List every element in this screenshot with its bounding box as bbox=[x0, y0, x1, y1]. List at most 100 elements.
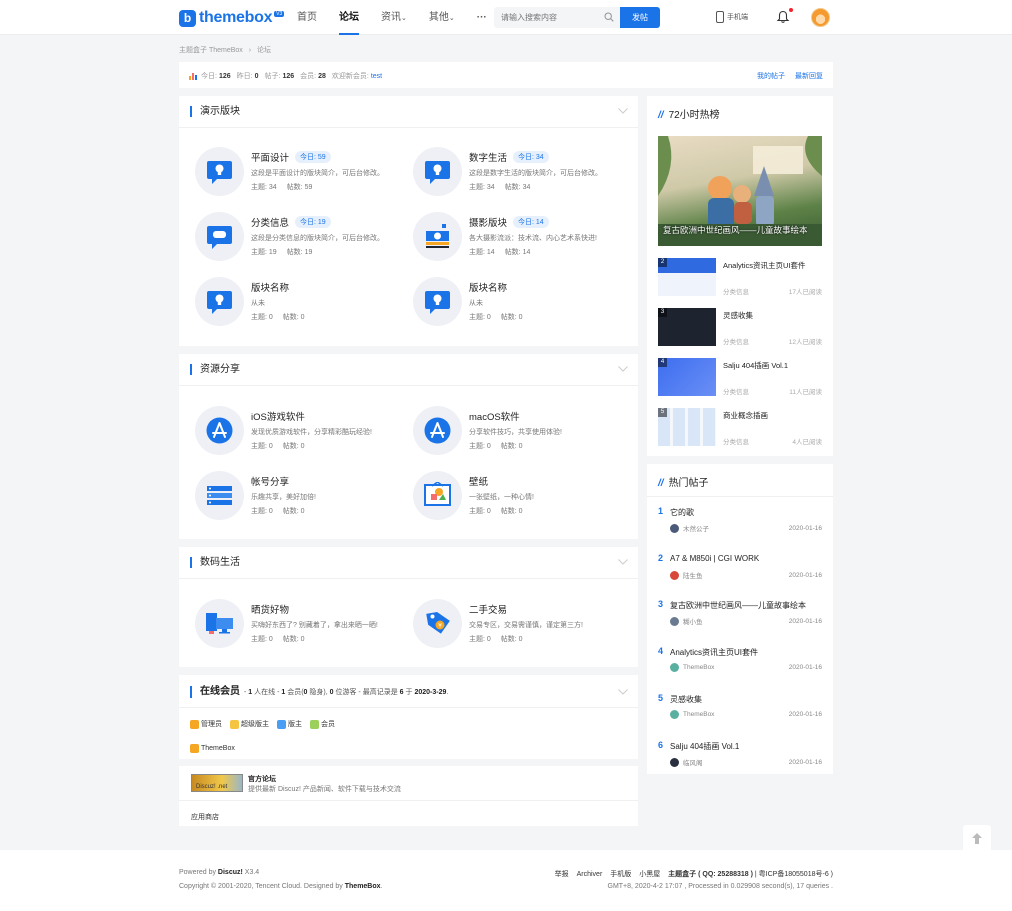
hot72-item[interactable]: 5 商业概念插画 分类信息 4人已阅读 bbox=[658, 408, 822, 453]
powered-name[interactable]: Discuz! bbox=[218, 869, 243, 876]
today-badge: 今日: 34 bbox=[513, 151, 549, 163]
hero-caption[interactable]: 复古欧洲中世纪画风——儿童故事绘本 bbox=[663, 224, 808, 236]
post-date: 2020-01-16 bbox=[788, 617, 822, 625]
online-text: . bbox=[446, 689, 449, 696]
author-avatar[interactable] bbox=[670, 523, 679, 533]
hot-post-item[interactable]: 1 它的歌 木然公子 2020-01-16 bbox=[658, 506, 822, 546]
forum-item[interactable]: 晒货好物 买嗨好东西了? 别藏着了，拿出来晒一晒! 主题: 0 帖数: 0 bbox=[195, 599, 405, 651]
post-author[interactable]: 陆生鱼 bbox=[683, 570, 703, 580]
post-title[interactable]: 灵感收集 bbox=[670, 694, 702, 705]
forum-item[interactable]: ¥ 二手交易 交易专区，交易需谨慎，谨定第三方! 主题: 0 帖数: 0 bbox=[413, 599, 623, 651]
post-title[interactable]: Analytics资讯主页UI套件 bbox=[670, 647, 758, 658]
hot72-item[interactable]: 2 Analytics资讯主页UI套件 分类信息 17人已阅读 bbox=[658, 258, 822, 303]
search-icon[interactable] bbox=[604, 12, 614, 22]
forum-name[interactable]: iOS游戏软件 bbox=[251, 409, 305, 423]
item-title[interactable]: Analytics资讯主页UI套件 bbox=[723, 260, 806, 271]
post-author[interactable]: 临风阁 bbox=[683, 757, 703, 767]
forum-item[interactable]: 分类信息 今日: 19 这段是分类信息的版块简介，可后台修改。 主题: 19 帖数:… bbox=[195, 212, 405, 264]
hot72-item[interactable]: 3 灵感收集 分类信息 12人已阅读 bbox=[658, 308, 822, 353]
nav-other[interactable]: 其他⌄ bbox=[429, 0, 455, 35]
collapse-chevron-icon[interactable] bbox=[618, 108, 628, 114]
divider bbox=[647, 496, 833, 497]
site-logo[interactable]: b themebox V3 bbox=[179, 9, 285, 27]
forum-name[interactable]: macOS软件 bbox=[469, 409, 520, 423]
archiver-link[interactable]: Archiver bbox=[577, 871, 603, 878]
nav-news[interactable]: 资讯⌄ bbox=[381, 0, 407, 35]
discuz-logo[interactable]: Discuz! .net bbox=[191, 774, 243, 792]
post-button[interactable]: 发帖 bbox=[620, 7, 660, 28]
item-title[interactable]: 商业概念插画 bbox=[723, 410, 768, 421]
forum-item[interactable]: 壁纸 一张壁纸，一种心情! 主题: 0 帖数: 0 bbox=[413, 471, 623, 523]
forum-item[interactable]: 版块名称 从未 主题: 0 帖数: 0 bbox=[195, 277, 405, 329]
app-store-link[interactable]: 应用商店 bbox=[191, 812, 219, 822]
forum-name[interactable]: 版块名称 bbox=[469, 280, 507, 294]
hot-post-item[interactable]: 5 灵感收集 ThemeBox 2020-01-16 bbox=[658, 693, 822, 733]
icp-number[interactable]: | 粤ICP备18055018号-6 ) bbox=[753, 871, 833, 878]
author-avatar[interactable] bbox=[670, 570, 679, 580]
nav-forum[interactable]: 论坛 bbox=[339, 0, 359, 35]
collapse-chevron-icon[interactable] bbox=[618, 689, 628, 695]
forum-item[interactable]: 帐号分享 乐趣共享，美好加倍! 主题: 0 帖数: 0 bbox=[195, 471, 405, 523]
post-title[interactable]: Salju 404插画 Vol.1 bbox=[670, 741, 739, 752]
forum-item[interactable]: 版块名称 从未 主题: 0 帖数: 0 bbox=[413, 277, 623, 329]
forum-desc: 从未 bbox=[251, 300, 265, 307]
hot-post-item[interactable]: 2 A7 & M850i | CGI WORK 陆生鱼 2020-01-16 bbox=[658, 553, 822, 593]
post-author[interactable]: 糊小鱼 bbox=[683, 616, 703, 626]
post-title[interactable]: 它的歌 bbox=[670, 507, 694, 518]
nav-home[interactable]: 首页 bbox=[297, 0, 317, 35]
hero-thumbnail[interactable]: 复古欧洲中世纪画风——儿童故事绘本 bbox=[658, 136, 822, 246]
author-avatar[interactable] bbox=[670, 616, 679, 626]
forum-item[interactable]: iOS游戏软件 发现优质游戏软件，分享精彩酷玩经验! 主题: 0 帖数: 0 bbox=[195, 406, 405, 458]
hot-post-item[interactable]: 4 Analytics资讯主页UI套件 ThemeBox 2020-01-16 bbox=[658, 646, 822, 686]
post-title[interactable]: A7 & M850i | CGI WORK bbox=[670, 554, 759, 563]
hot72-item[interactable]: 4 Salju 404插画 Vol.1 分类信息 11人已阅读 bbox=[658, 358, 822, 403]
user-avatar[interactable] bbox=[811, 8, 830, 27]
forum-name[interactable]: 平面设计 bbox=[251, 150, 289, 164]
latest-replies-link[interactable]: 最新回复 bbox=[795, 73, 823, 80]
breadcrumb-home[interactable]: 主题盒子 ThemeBox bbox=[179, 47, 243, 54]
nav-more[interactable]: ··· bbox=[477, 0, 487, 35]
post-title[interactable]: 复古欧洲中世纪画风——儿童故事绘本 bbox=[670, 600, 806, 611]
back-to-top-button[interactable] bbox=[963, 825, 991, 853]
legend-member: 会员 bbox=[310, 719, 335, 729]
author-avatar[interactable] bbox=[670, 663, 679, 672]
forum-item[interactable]: 摄影版块 今日: 14 各大摄影流派：技术流、内心艺术系快进! 主题: 14 帖数:… bbox=[413, 212, 623, 264]
collapse-chevron-icon[interactable] bbox=[618, 366, 628, 372]
hot-posts-title-text: 热门帖子 bbox=[668, 478, 709, 489]
collapse-chevron-icon[interactable] bbox=[618, 559, 628, 565]
search-input[interactable] bbox=[494, 7, 594, 28]
author-avatar[interactable] bbox=[670, 757, 679, 767]
today-badge: 今日: 19 bbox=[295, 216, 331, 228]
post-author[interactable]: ThemeBox bbox=[683, 711, 714, 718]
report-link[interactable]: 举报 bbox=[555, 871, 569, 878]
forum-item[interactable]: 平面设计 今日: 59 这段是平面设计的版块简介，可后台修改。 主题: 34 帖数:… bbox=[195, 147, 405, 199]
forum-item[interactable]: macOS软件 分享软件技巧，共享使用体验! 主题: 0 帖数: 0 bbox=[413, 406, 623, 458]
bell-icon[interactable] bbox=[776, 10, 790, 24]
my-posts-link[interactable]: 我的帖子 bbox=[757, 73, 785, 80]
hot-post-item[interactable]: 6 Salju 404插画 Vol.1 临风阁 2020-01-16 bbox=[658, 740, 822, 780]
forum-item[interactable]: 数字生活 今日: 34 这段是数字生活的版块简介，可后台修改。 主题: 34 帖数:… bbox=[413, 147, 623, 199]
designer-link[interactable]: ThemeBox bbox=[345, 883, 381, 890]
blacklist-link[interactable]: 小黑屋 bbox=[639, 871, 660, 878]
forum-name[interactable]: 晒货好物 bbox=[251, 602, 289, 616]
item-title[interactable]: Salju 404插画 Vol.1 bbox=[723, 360, 788, 371]
forum-name[interactable]: 二手交易 bbox=[469, 602, 507, 616]
nav-news-label: 资讯 bbox=[381, 12, 401, 23]
forum-name[interactable]: 版块名称 bbox=[251, 280, 289, 294]
forum-name[interactable]: 数字生活 bbox=[469, 150, 507, 164]
hot-post-item[interactable]: 3 复古欧洲中世纪画风——儿童故事绘本 糊小鱼 2020-01-16 bbox=[658, 599, 822, 639]
item-title[interactable]: 灵感收集 bbox=[723, 310, 753, 321]
post-author[interactable]: 木然公子 bbox=[683, 523, 709, 533]
post-author[interactable]: ThemeBox bbox=[683, 664, 714, 671]
site-name[interactable]: 主题盒子 ( QQ: 25288318 ) bbox=[668, 871, 753, 878]
online-member[interactable]: ThemeBox bbox=[190, 744, 235, 753]
mobile-version-link[interactable]: 手机版 bbox=[610, 871, 631, 878]
new-member-link[interactable]: test bbox=[371, 73, 382, 80]
author-avatar[interactable] bbox=[670, 710, 679, 719]
forum-name[interactable]: 帐号分享 bbox=[251, 474, 289, 488]
forum-name[interactable]: 摄影版块 bbox=[469, 215, 507, 229]
forum-name[interactable]: 壁纸 bbox=[469, 474, 488, 488]
forum-name[interactable]: 分类信息 bbox=[251, 215, 289, 229]
mobile-link[interactable]: 手机端 bbox=[716, 11, 748, 23]
friend-link-name[interactable]: 官方论坛 bbox=[248, 774, 276, 784]
